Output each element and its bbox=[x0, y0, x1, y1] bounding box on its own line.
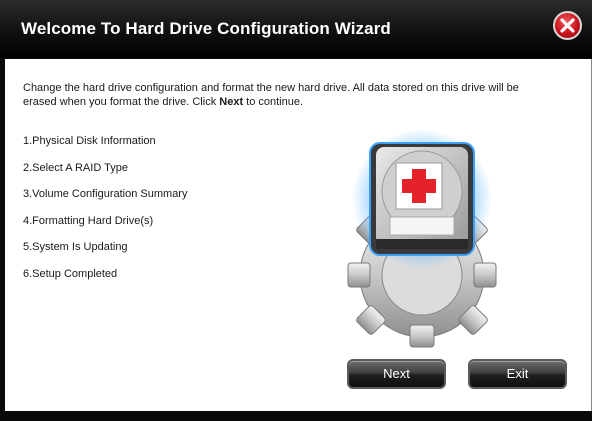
close-button[interactable] bbox=[553, 11, 582, 40]
intro-text-after: to continue. bbox=[243, 96, 304, 108]
title-bar: Welcome To Hard Drive Configuration Wiza… bbox=[0, 0, 592, 58]
step-item: 6.Setup Completed bbox=[23, 267, 118, 280]
close-icon bbox=[560, 18, 575, 33]
intro-emphasis: Next bbox=[219, 96, 244, 108]
wizard-window: Welcome To Hard Drive Configuration Wiza… bbox=[0, 0, 592, 421]
hard-drive-icon bbox=[369, 142, 475, 256]
intro-text: Change the hard drive configuration and … bbox=[23, 81, 543, 109]
step-item: 1.Physical Disk Information bbox=[23, 135, 156, 147]
step-item: 3.Volume Configuration Summary bbox=[23, 188, 188, 201]
step-item: 4.Formatting Hard Drive(s) bbox=[23, 214, 154, 227]
window-title: Welcome To Hard Drive Configuration Wiza… bbox=[21, 19, 391, 38]
steps-list: 1.Physical Disk Information 2.Select A R… bbox=[23, 135, 187, 295]
exit-button[interactable]: Exit bbox=[468, 359, 567, 389]
hard-drive-gear-icon bbox=[347, 129, 497, 348]
step-item: 5.System Is Updating bbox=[23, 241, 128, 254]
next-button[interactable]: Next bbox=[347, 359, 446, 389]
step-item: 2.Select A RAID Type bbox=[23, 161, 128, 174]
wizard-content: Change the hard drive configuration and … bbox=[5, 59, 592, 411]
